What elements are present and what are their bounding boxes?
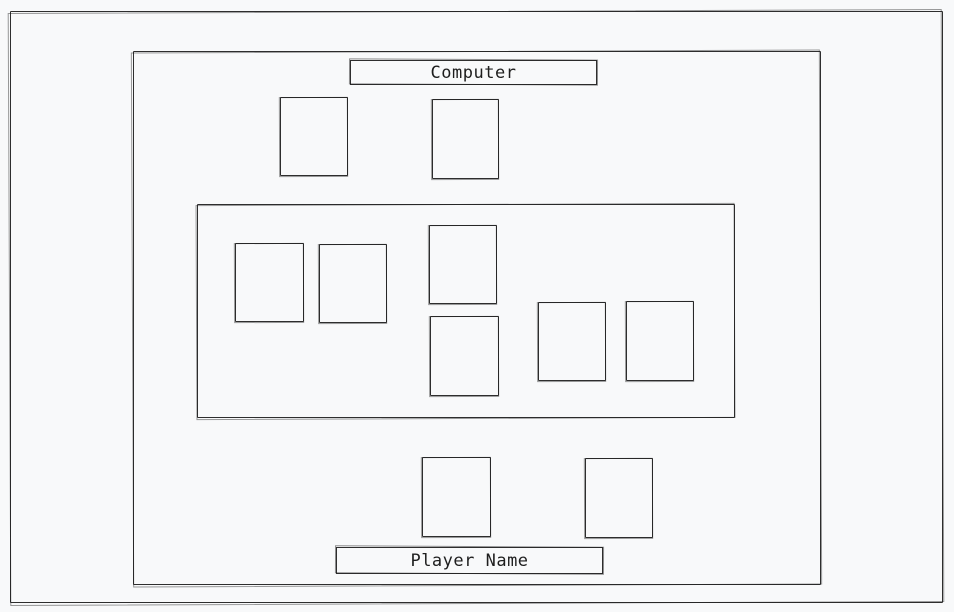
player-name-text: Player Name: [410, 550, 529, 571]
board-card-1[interactable]: [235, 243, 304, 322]
sketch-canvas: Computer Player Name: [0, 0, 954, 612]
player-card-1[interactable]: [422, 457, 491, 537]
player-name-label: Player Name: [336, 547, 603, 574]
board-card-3[interactable]: [538, 302, 606, 381]
deck-card-top[interactable]: [429, 225, 497, 304]
opponent-name-text: Computer: [430, 62, 517, 83]
player-card-2[interactable]: [585, 458, 653, 538]
board-card-4[interactable]: [626, 301, 694, 381]
deck-card-bottom[interactable]: [430, 316, 499, 396]
opponent-card-1: [280, 97, 348, 176]
board-card-2[interactable]: [319, 244, 387, 323]
opponent-name-label: Computer: [350, 60, 597, 85]
opponent-card-2: [432, 99, 499, 179]
